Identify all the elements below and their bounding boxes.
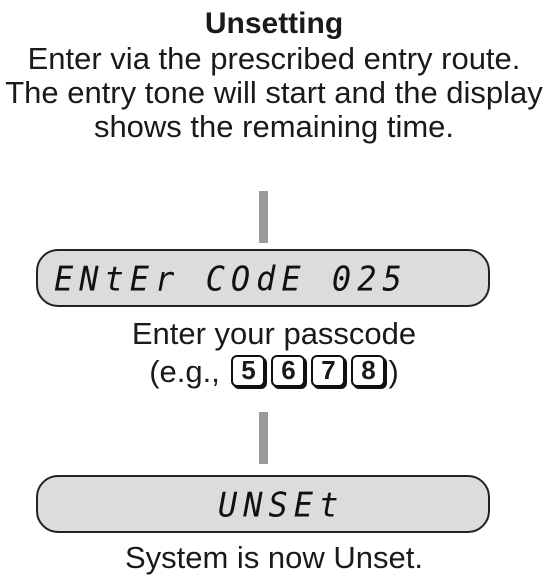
result-text: System is now Unset. bbox=[124, 540, 424, 575]
flow-connector-1 bbox=[259, 191, 268, 243]
passcode-instruction: Enter your passcode bbox=[131, 316, 417, 351]
intro-instructions: Enter via the prescribed entry route. Th… bbox=[5, 41, 543, 144]
diagram-title: Unsetting bbox=[204, 7, 344, 40]
key-5-icon: 5 bbox=[231, 355, 266, 387]
example-prefix: (e.g., bbox=[149, 354, 220, 389]
lcd-display-enter-code: ENtEr COdE 025 bbox=[36, 249, 490, 307]
passcode-example: (e.g., 5 6 7 8) bbox=[0, 352, 548, 392]
lcd-display-unset: UNSEt bbox=[36, 475, 490, 533]
lcd-text-enter-code: ENtEr COdE 025 bbox=[54, 259, 408, 299]
flow-connector-2 bbox=[259, 412, 268, 464]
key-7-icon: 7 bbox=[311, 355, 346, 387]
key-6-icon: 6 bbox=[271, 355, 306, 387]
lcd-text-unset: UNSEt bbox=[218, 485, 345, 525]
example-suffix: ) bbox=[388, 354, 399, 389]
key-8-icon: 8 bbox=[351, 355, 386, 387]
